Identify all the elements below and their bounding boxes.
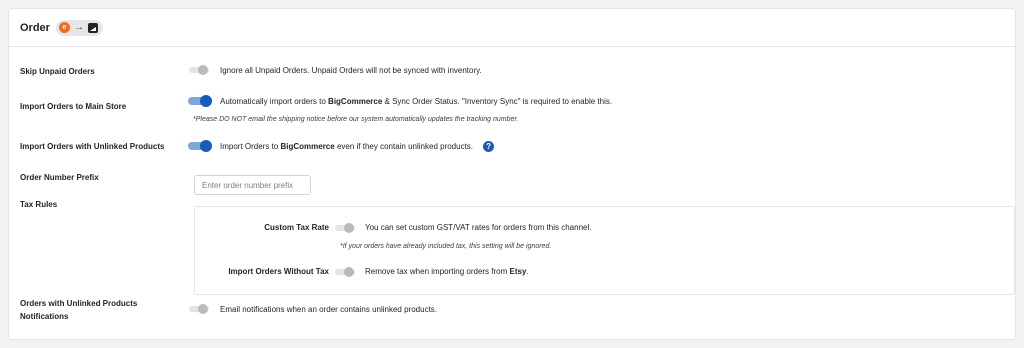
help-icon[interactable]: ? <box>483 140 495 152</box>
skip-unpaid-label: Skip Unpaid Orders <box>20 67 95 76</box>
unlinked-notif-toggle[interactable] <box>187 303 211 315</box>
skip-unpaid-toggle[interactable] <box>187 64 211 76</box>
unlinked-notif-control: Email notifications when an order contai… <box>187 303 437 315</box>
import-main-control: Automatically import orders to BigCommer… <box>187 95 612 107</box>
unlinked-notif-description: Email notifications when an order contai… <box>220 304 438 314</box>
skip-unpaid-description: Ignore all Unpaid Orders. Unpaid Orders … <box>220 65 482 75</box>
import-unlinked-control: Import Orders to BigCommerce even if the… <box>187 140 495 152</box>
tax-rules-label: Tax Rules <box>20 200 58 209</box>
bigcommerce-icon <box>87 22 98 33</box>
unlinked-notif-label: Orders with Unlinked Products Notificatio… <box>20 299 138 321</box>
skip-unpaid-control: Ignore all Unpaid Orders. Unpaid Orders … <box>187 64 482 76</box>
custom-tax-description: You can set custom GST/VAT rates for ord… <box>365 223 592 232</box>
order-settings-card: Order e → Skip Unpaid Orders Ignore all … <box>8 8 1016 340</box>
tax-rules-panel: Custom Tax Rate You can set custom GST/V… <box>194 206 1015 295</box>
card-header: Order e → <box>9 9 1015 47</box>
import-main-toggle[interactable] <box>187 95 212 107</box>
import-main-note: *Please DO NOT email the shipping notice… <box>193 116 519 123</box>
sync-flow-badge: e → <box>55 19 103 36</box>
custom-tax-toggle[interactable] <box>333 222 357 234</box>
order-prefix-input[interactable] <box>194 175 311 195</box>
import-main-description: Automatically import orders to BigCommer… <box>220 96 613 106</box>
card-title: Order <box>20 21 50 34</box>
arrow-right-icon: → <box>73 21 84 33</box>
import-main-label: Import Orders to Main Store <box>20 102 127 111</box>
etsy-icon: e <box>58 22 70 33</box>
custom-tax-note: *If your orders have already included ta… <box>340 243 552 250</box>
custom-tax-label: Custom Tax Rate <box>264 223 329 232</box>
import-unlinked-label: Import Orders with Unlinked Products <box>20 142 165 151</box>
prefix-label: Order Number Prefix <box>20 173 99 182</box>
without-tax-toggle[interactable] <box>333 266 357 278</box>
import-unlinked-description: Import Orders to BigCommerce even if the… <box>220 141 474 151</box>
without-tax-label: Import Orders Without Tax <box>228 267 329 276</box>
without-tax-description: Remove tax when importing orders from Et… <box>365 267 529 276</box>
import-unlinked-toggle[interactable] <box>187 140 212 152</box>
